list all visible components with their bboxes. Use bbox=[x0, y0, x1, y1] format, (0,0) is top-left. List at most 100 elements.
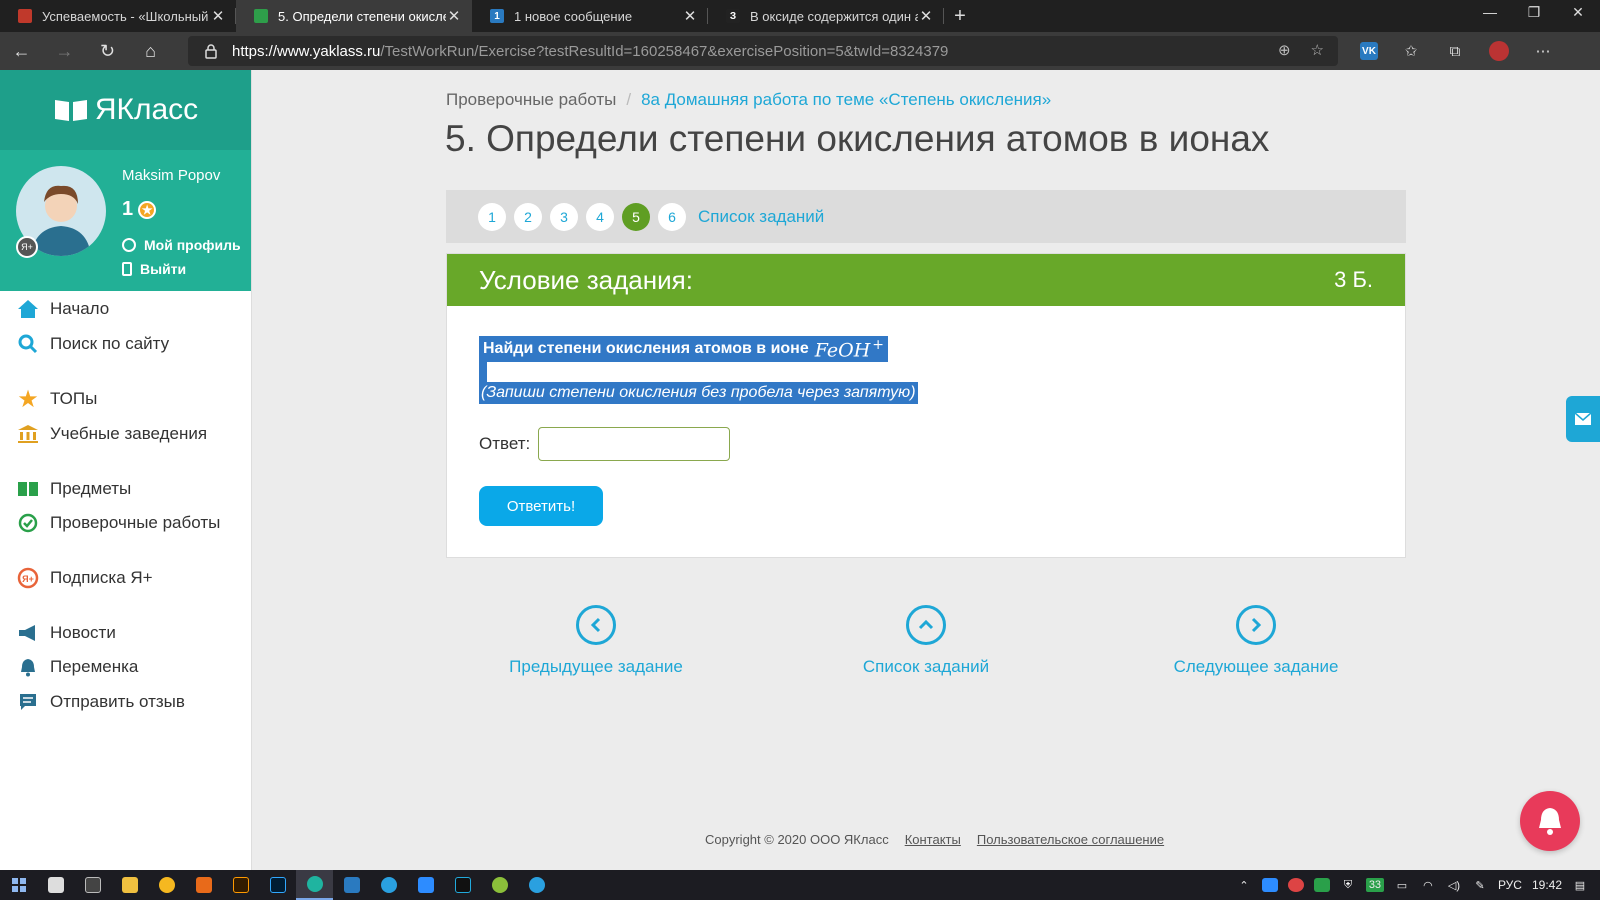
browser-tab-active[interactable]: 5. Определи степени окислени ✕ bbox=[236, 0, 472, 32]
page-button[interactable]: 6 bbox=[658, 202, 686, 231]
submit-answer-button[interactable]: Ответить! bbox=[479, 486, 603, 526]
tab-favicon-icon: З bbox=[726, 9, 740, 23]
breadcrumb-current[interactable]: 8а Домашняя работа по теме «Степень окис… bbox=[641, 90, 1051, 109]
new-tab-icon[interactable]: + bbox=[944, 0, 976, 32]
refresh-icon[interactable]: ↻ bbox=[86, 32, 129, 70]
pen-icon[interactable]: ✎ bbox=[1472, 878, 1488, 892]
shield-icon[interactable] bbox=[1313, 878, 1330, 892]
photoshop-icon[interactable] bbox=[259, 870, 296, 900]
close-tab-icon[interactable]: ✕ bbox=[918, 7, 934, 25]
app-icon[interactable] bbox=[185, 870, 222, 900]
page-button[interactable]: 4 bbox=[586, 202, 614, 231]
task-question: Найди степени окисления атомов в ионе FeO… bbox=[479, 336, 889, 362]
user-name[interactable]: Maksim Popov bbox=[122, 167, 220, 184]
vk-extension-icon[interactable]: VK bbox=[1360, 42, 1378, 60]
app-icon[interactable] bbox=[148, 870, 185, 900]
notifications-icon[interactable]: ▤ bbox=[1572, 878, 1588, 892]
battery-icon[interactable]: ▭ bbox=[1394, 878, 1410, 892]
logout-link[interactable]: Выйти bbox=[122, 261, 186, 277]
favorite-star-icon[interactable]: ☆ bbox=[1311, 41, 1324, 59]
restore-icon[interactable]: ❐ bbox=[1512, 0, 1556, 24]
store-icon[interactable] bbox=[37, 870, 74, 900]
more-menu-icon[interactable]: ⋯ bbox=[1532, 40, 1554, 62]
sidebar-item-label: Поиск по сайту bbox=[50, 334, 170, 353]
file-explorer-icon[interactable] bbox=[111, 870, 148, 900]
forward-icon[interactable]: → bbox=[43, 32, 86, 70]
sidebar-item-tops[interactable]: ★ ТОПы bbox=[16, 386, 97, 413]
chevron-left-icon bbox=[576, 605, 616, 645]
edge-browser-icon[interactable] bbox=[296, 870, 333, 900]
answer-label: Ответ: bbox=[479, 434, 531, 453]
breadcrumb-root[interactable]: Проверочные работы bbox=[446, 90, 616, 109]
next-task-link[interactable]: Следующее задание bbox=[1136, 605, 1376, 677]
close-tab-icon[interactable]: ✕ bbox=[682, 7, 698, 25]
sidebar-item-tests[interactable]: Проверочные работы bbox=[16, 510, 220, 536]
task-header: Условие задания: 3 Б. bbox=[447, 254, 1405, 306]
sidebar-item-label: Новости bbox=[50, 623, 116, 642]
back-icon[interactable]: ← bbox=[0, 32, 43, 70]
page-button[interactable]: 3 bbox=[550, 202, 578, 231]
url-bar[interactable]: https://www.yaklass.ru/TestWorkRun/Exerc… bbox=[188, 36, 1338, 66]
add-icon[interactable]: ⊕ bbox=[1278, 41, 1291, 59]
clock[interactable]: 19:42 bbox=[1532, 878, 1562, 892]
feedback-mail-button[interactable] bbox=[1566, 396, 1600, 442]
profile-avatar-icon[interactable] bbox=[1488, 40, 1510, 62]
site-logo[interactable]: ЯКласс bbox=[0, 70, 251, 150]
telegram-icon[interactable] bbox=[518, 870, 555, 900]
counter-badge[interactable]: 33 bbox=[1365, 878, 1384, 892]
mail-icon[interactable] bbox=[333, 870, 370, 900]
zoom-icon[interactable] bbox=[407, 870, 444, 900]
sidebar-item-schools[interactable]: Учебные заведения bbox=[16, 421, 207, 447]
browser-tab[interactable]: Успеваемость - «Школьный пор ✕ bbox=[0, 0, 236, 32]
app-icon[interactable] bbox=[481, 870, 518, 900]
sidebar-item-search[interactable]: Поиск по сайту bbox=[16, 331, 169, 357]
close-tab-icon[interactable]: ✕ bbox=[446, 7, 462, 25]
browser-tab[interactable]: З В оксиде содержится один атом ✕ bbox=[708, 0, 944, 32]
prev-task-link[interactable]: Предыдущее задание bbox=[476, 605, 716, 677]
formula-text: FeOH bbox=[814, 339, 871, 362]
telegram-icon[interactable] bbox=[370, 870, 407, 900]
volume-icon[interactable]: ◁) bbox=[1446, 878, 1462, 892]
ya-plus-badge: Я+ bbox=[16, 236, 38, 258]
sidebar-item-break[interactable]: Переменка bbox=[16, 654, 138, 680]
agreement-link[interactable]: Пользовательское соглашение bbox=[977, 832, 1164, 847]
sidebar-item-subjects[interactable]: Предметы bbox=[16, 476, 131, 502]
wifi-icon[interactable]: ◠ bbox=[1420, 878, 1436, 892]
start-icon[interactable] bbox=[0, 870, 37, 900]
language-indicator[interactable]: РУС bbox=[1498, 878, 1522, 892]
my-profile-link[interactable]: Мой профиль bbox=[122, 237, 241, 253]
browser-tab[interactable]: 1 1 новое сообщение ✕ bbox=[472, 0, 708, 32]
collections-icon[interactable]: ⧉ bbox=[1444, 40, 1466, 62]
contacts-link[interactable]: Контакты bbox=[905, 832, 961, 847]
pycharm-icon[interactable] bbox=[444, 870, 481, 900]
defender-icon[interactable]: ⛨ bbox=[1340, 878, 1356, 892]
page-button-current[interactable]: 5 bbox=[622, 202, 650, 231]
close-window-icon[interactable]: ✕ bbox=[1556, 0, 1600, 24]
books-icon bbox=[16, 477, 40, 501]
favorites-icon[interactable]: ✩ bbox=[1400, 40, 1422, 62]
url-actions: ⊕ ☆ bbox=[1278, 41, 1324, 59]
home-icon[interactable]: ⌂ bbox=[129, 32, 172, 70]
answer-input[interactable] bbox=[538, 427, 731, 461]
sidebar-item-subscription[interactable]: Я+ Подписка Я+ bbox=[16, 565, 153, 591]
sidebar-item-label: Переменка bbox=[50, 657, 139, 676]
sidebar-item-label: Подписка Я+ bbox=[50, 568, 153, 587]
chevron-up-icon[interactable]: ⌃ bbox=[1236, 878, 1252, 892]
notification-bell-button[interactable] bbox=[1520, 791, 1580, 851]
close-tab-icon[interactable]: ✕ bbox=[210, 7, 226, 25]
page-button[interactable]: 2 bbox=[514, 202, 542, 231]
sidebar-item-feedback[interactable]: Отправить отзыв bbox=[16, 689, 185, 715]
terminal-icon[interactable] bbox=[74, 870, 111, 900]
task-list-bottom-link[interactable]: Список заданий bbox=[806, 605, 1046, 677]
page-button[interactable]: 1 bbox=[478, 202, 506, 231]
minimize-icon[interactable]: — bbox=[1468, 0, 1512, 24]
task-list-link[interactable]: Список заданий bbox=[698, 207, 824, 227]
sidebar-item-news[interactable]: Новости bbox=[16, 620, 116, 646]
task-header-title: Условие задания: bbox=[479, 264, 693, 295]
logout-label: Выйти bbox=[140, 261, 187, 277]
illustrator-icon[interactable] bbox=[222, 870, 259, 900]
zoom-tray-icon[interactable] bbox=[1261, 878, 1278, 892]
feedback-icon bbox=[16, 690, 40, 714]
app-tray-icon[interactable] bbox=[1287, 878, 1304, 892]
sidebar-item-home[interactable]: Начало bbox=[16, 296, 109, 322]
